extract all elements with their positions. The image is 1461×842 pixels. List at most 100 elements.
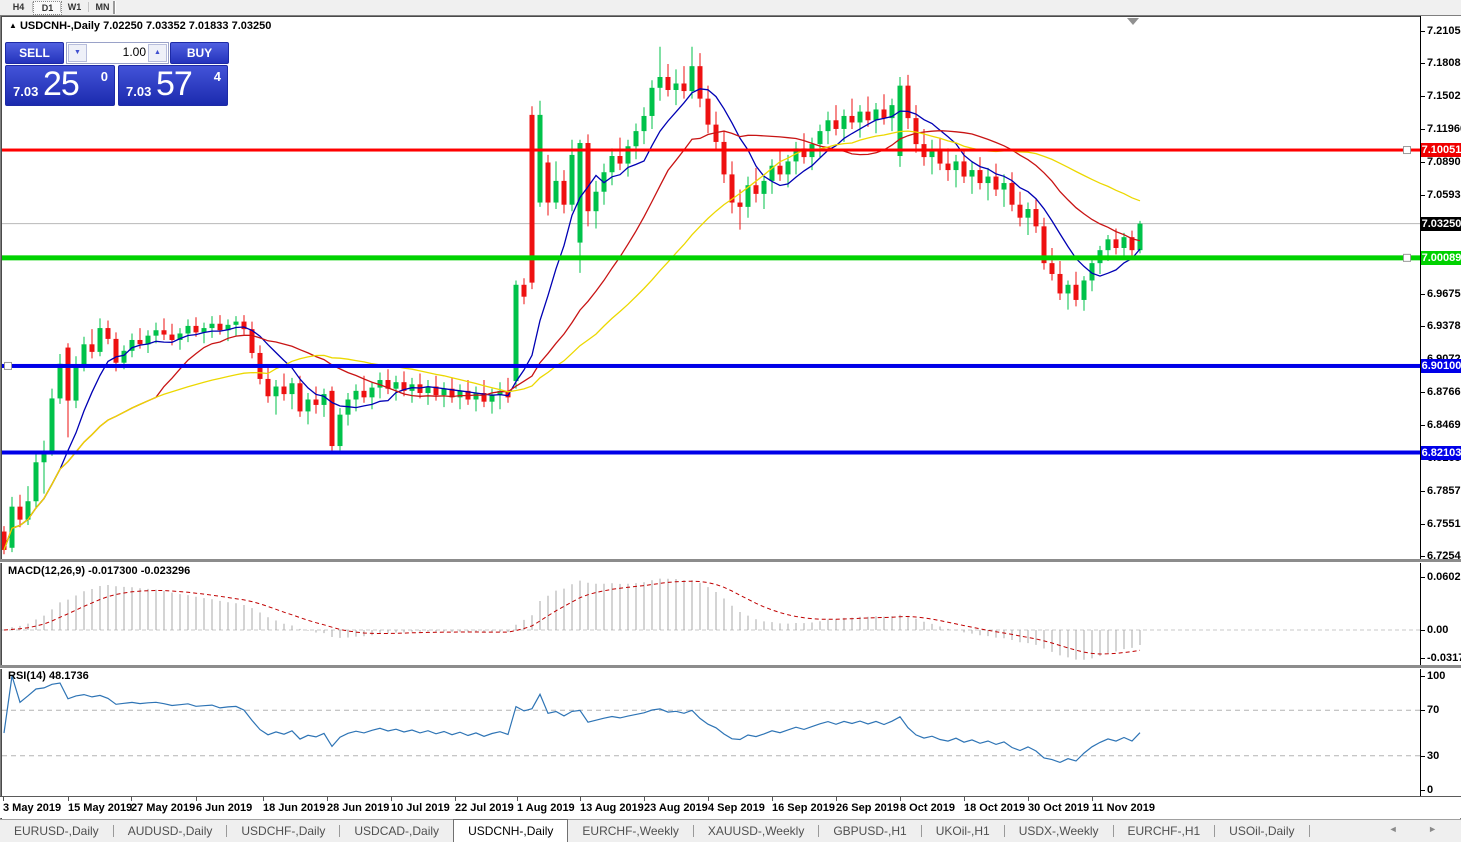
timeframe-button-mn[interactable]: MN — [89, 1, 116, 13]
candle-body — [634, 131, 639, 146]
macd-values: -0.017300 -0.023296 — [88, 565, 190, 577]
volume-input[interactable]: 1.00 — [123, 45, 146, 59]
macd-indicator-chart[interactable] — [2, 563, 1420, 666]
buy-button[interactable]: BUY — [170, 42, 229, 64]
date-tick-mark — [3, 797, 4, 801]
price-scale[interactable]: 7.210507.180807.150207.119607.089007.059… — [1420, 16, 1461, 796]
buy-price-big: 57 — [156, 65, 192, 104]
buy-price-button[interactable]: 7.03 57 4 — [118, 65, 228, 106]
candle-body — [170, 335, 175, 340]
candle-body — [722, 142, 727, 174]
date-label: 28 Jun 2019 — [327, 802, 389, 814]
candle-body — [2, 532, 7, 550]
sell-price-sup: 0 — [101, 69, 108, 84]
chart-tab-xauusd-weekly[interactable]: XAUUSD-,Weekly — [694, 820, 818, 842]
chart-tab-usoil-daily[interactable]: USOil-,Daily — [1215, 820, 1308, 842]
candle-body — [570, 155, 575, 205]
candle-body — [186, 326, 191, 334]
candle-body — [778, 166, 783, 175]
candle-body — [698, 66, 703, 98]
panel-separator-macd[interactable] — [0, 559, 1461, 563]
candle-body — [1010, 183, 1015, 205]
candle-body — [738, 203, 743, 207]
sell-price-button[interactable]: 7.03 25 0 — [5, 65, 115, 106]
horizontal-line-7.10051[interactable] — [2, 149, 1420, 152]
candle-body — [538, 115, 543, 203]
buy-price-sup: 4 — [214, 69, 221, 84]
price-badge-7.00089: 7.00089 — [1421, 251, 1461, 265]
horizontal-line-7.00089[interactable] — [2, 255, 1420, 260]
chart-tab-eurchf-weekly[interactable]: EURCHF-,Weekly — [568, 820, 692, 842]
line-handle[interactable] — [1404, 147, 1411, 154]
line-handle[interactable] — [5, 362, 12, 369]
chart-tab-eurusd-daily[interactable]: EURUSD-,Daily — [0, 820, 113, 842]
candle-body — [250, 329, 255, 353]
chart-tab-bar: EURUSD-,DailyAUDUSD-,DailyUSDCHF-,DailyU… — [0, 819, 1461, 842]
candle-body — [842, 116, 847, 129]
price-tick-label: 7.18080 — [1427, 57, 1461, 69]
chart-tab-ukoil-h1[interactable]: UKOil-,H1 — [922, 820, 1004, 842]
candle-body — [906, 86, 911, 118]
candle-body — [1074, 285, 1079, 300]
timeframe-button-h4[interactable]: H4 — [5, 1, 32, 13]
candle-body — [666, 77, 671, 90]
candle-body — [66, 348, 71, 401]
chart-tab-usdcad-daily[interactable]: USDCAD-,Daily — [340, 820, 453, 842]
rsi-tick-mark — [1421, 790, 1425, 791]
price-tick-label: 6.96750 — [1427, 288, 1461, 300]
date-tick-mark — [900, 797, 901, 801]
price-badge-7.03250: 7.03250 — [1421, 217, 1461, 231]
sell-button[interactable]: SELL — [5, 42, 64, 64]
chart-tab-usdchf-daily[interactable]: USDCHF-,Daily — [227, 820, 339, 842]
timeframe-button-w1[interactable]: W1 — [61, 1, 88, 13]
candle-body — [210, 324, 215, 328]
candle-body — [354, 391, 359, 400]
chart-tab-gbpusd-h1[interactable]: GBPUSD-,H1 — [819, 820, 920, 842]
date-label: 11 Nov 2019 — [1092, 802, 1155, 814]
rsi-tick-label: 0 — [1427, 784, 1433, 796]
chart-tab-usdcnh-daily[interactable]: USDCNH-,Daily — [453, 819, 568, 842]
candle-body — [418, 384, 423, 393]
panel-separator-rsi[interactable] — [0, 665, 1461, 669]
candle-body — [594, 192, 599, 211]
candle-body — [986, 177, 991, 183]
date-tick-mark — [131, 797, 132, 801]
rsi-indicator-chart[interactable] — [2, 668, 1420, 796]
price-tick-mark — [1421, 556, 1425, 557]
price-tick-mark — [1421, 326, 1425, 327]
chart-shift-marker-icon[interactable] — [1127, 18, 1139, 25]
line-handle[interactable] — [1404, 254, 1411, 261]
candle-body — [74, 365, 79, 401]
candle-body — [1050, 263, 1055, 274]
candle-body — [962, 161, 967, 176]
macd-name: MACD(12,26,9) — [8, 565, 85, 577]
candle-body — [642, 116, 647, 131]
horizontal-line-6.82103[interactable] — [2, 451, 1420, 455]
macd-label: MACD(12,26,9) -0.017300 -0.023296 — [8, 565, 190, 577]
price-tick-label: 7.08900 — [1427, 156, 1461, 168]
volume-increase-icon[interactable]: ▲ — [148, 44, 167, 62]
date-tick-mark — [517, 797, 518, 801]
candle-body — [218, 324, 223, 330]
candle-body — [442, 389, 447, 395]
date-label: 3 May 2019 — [3, 802, 61, 814]
volume-decrease-icon[interactable]: ▼ — [68, 44, 87, 62]
candle-body — [290, 383, 295, 394]
date-tick-mark — [263, 797, 264, 801]
timeframe-button-d1[interactable]: D1 — [33, 1, 62, 15]
candle-body — [826, 120, 831, 131]
chart-tab-usdx-weekly[interactable]: USDX-,Weekly — [1005, 820, 1113, 842]
date-label: 16 Sep 2019 — [772, 802, 835, 814]
chart-tab-eurchf-h1[interactable]: EURCHF-,H1 — [1114, 820, 1215, 842]
horizontal-line-6.901[interactable] — [2, 364, 1420, 368]
date-tick-mark — [68, 797, 69, 801]
candle-body — [1066, 285, 1071, 294]
macd-tick-mark — [1421, 577, 1425, 578]
date-axis[interactable]: 3 May 201915 May 201927 May 20196 Jun 20… — [0, 797, 1461, 818]
price-tick-mark — [1421, 425, 1425, 426]
chart-tab-audusd-daily[interactable]: AUDUSD-,Daily — [114, 820, 227, 842]
rsi-tick-mark — [1421, 710, 1425, 711]
candle-body — [954, 161, 959, 170]
timeframe-toolbar: H4D1W1MN — [0, 0, 1461, 16]
tab-scroll-arrows[interactable]: ◄ ► — [1389, 824, 1451, 834]
